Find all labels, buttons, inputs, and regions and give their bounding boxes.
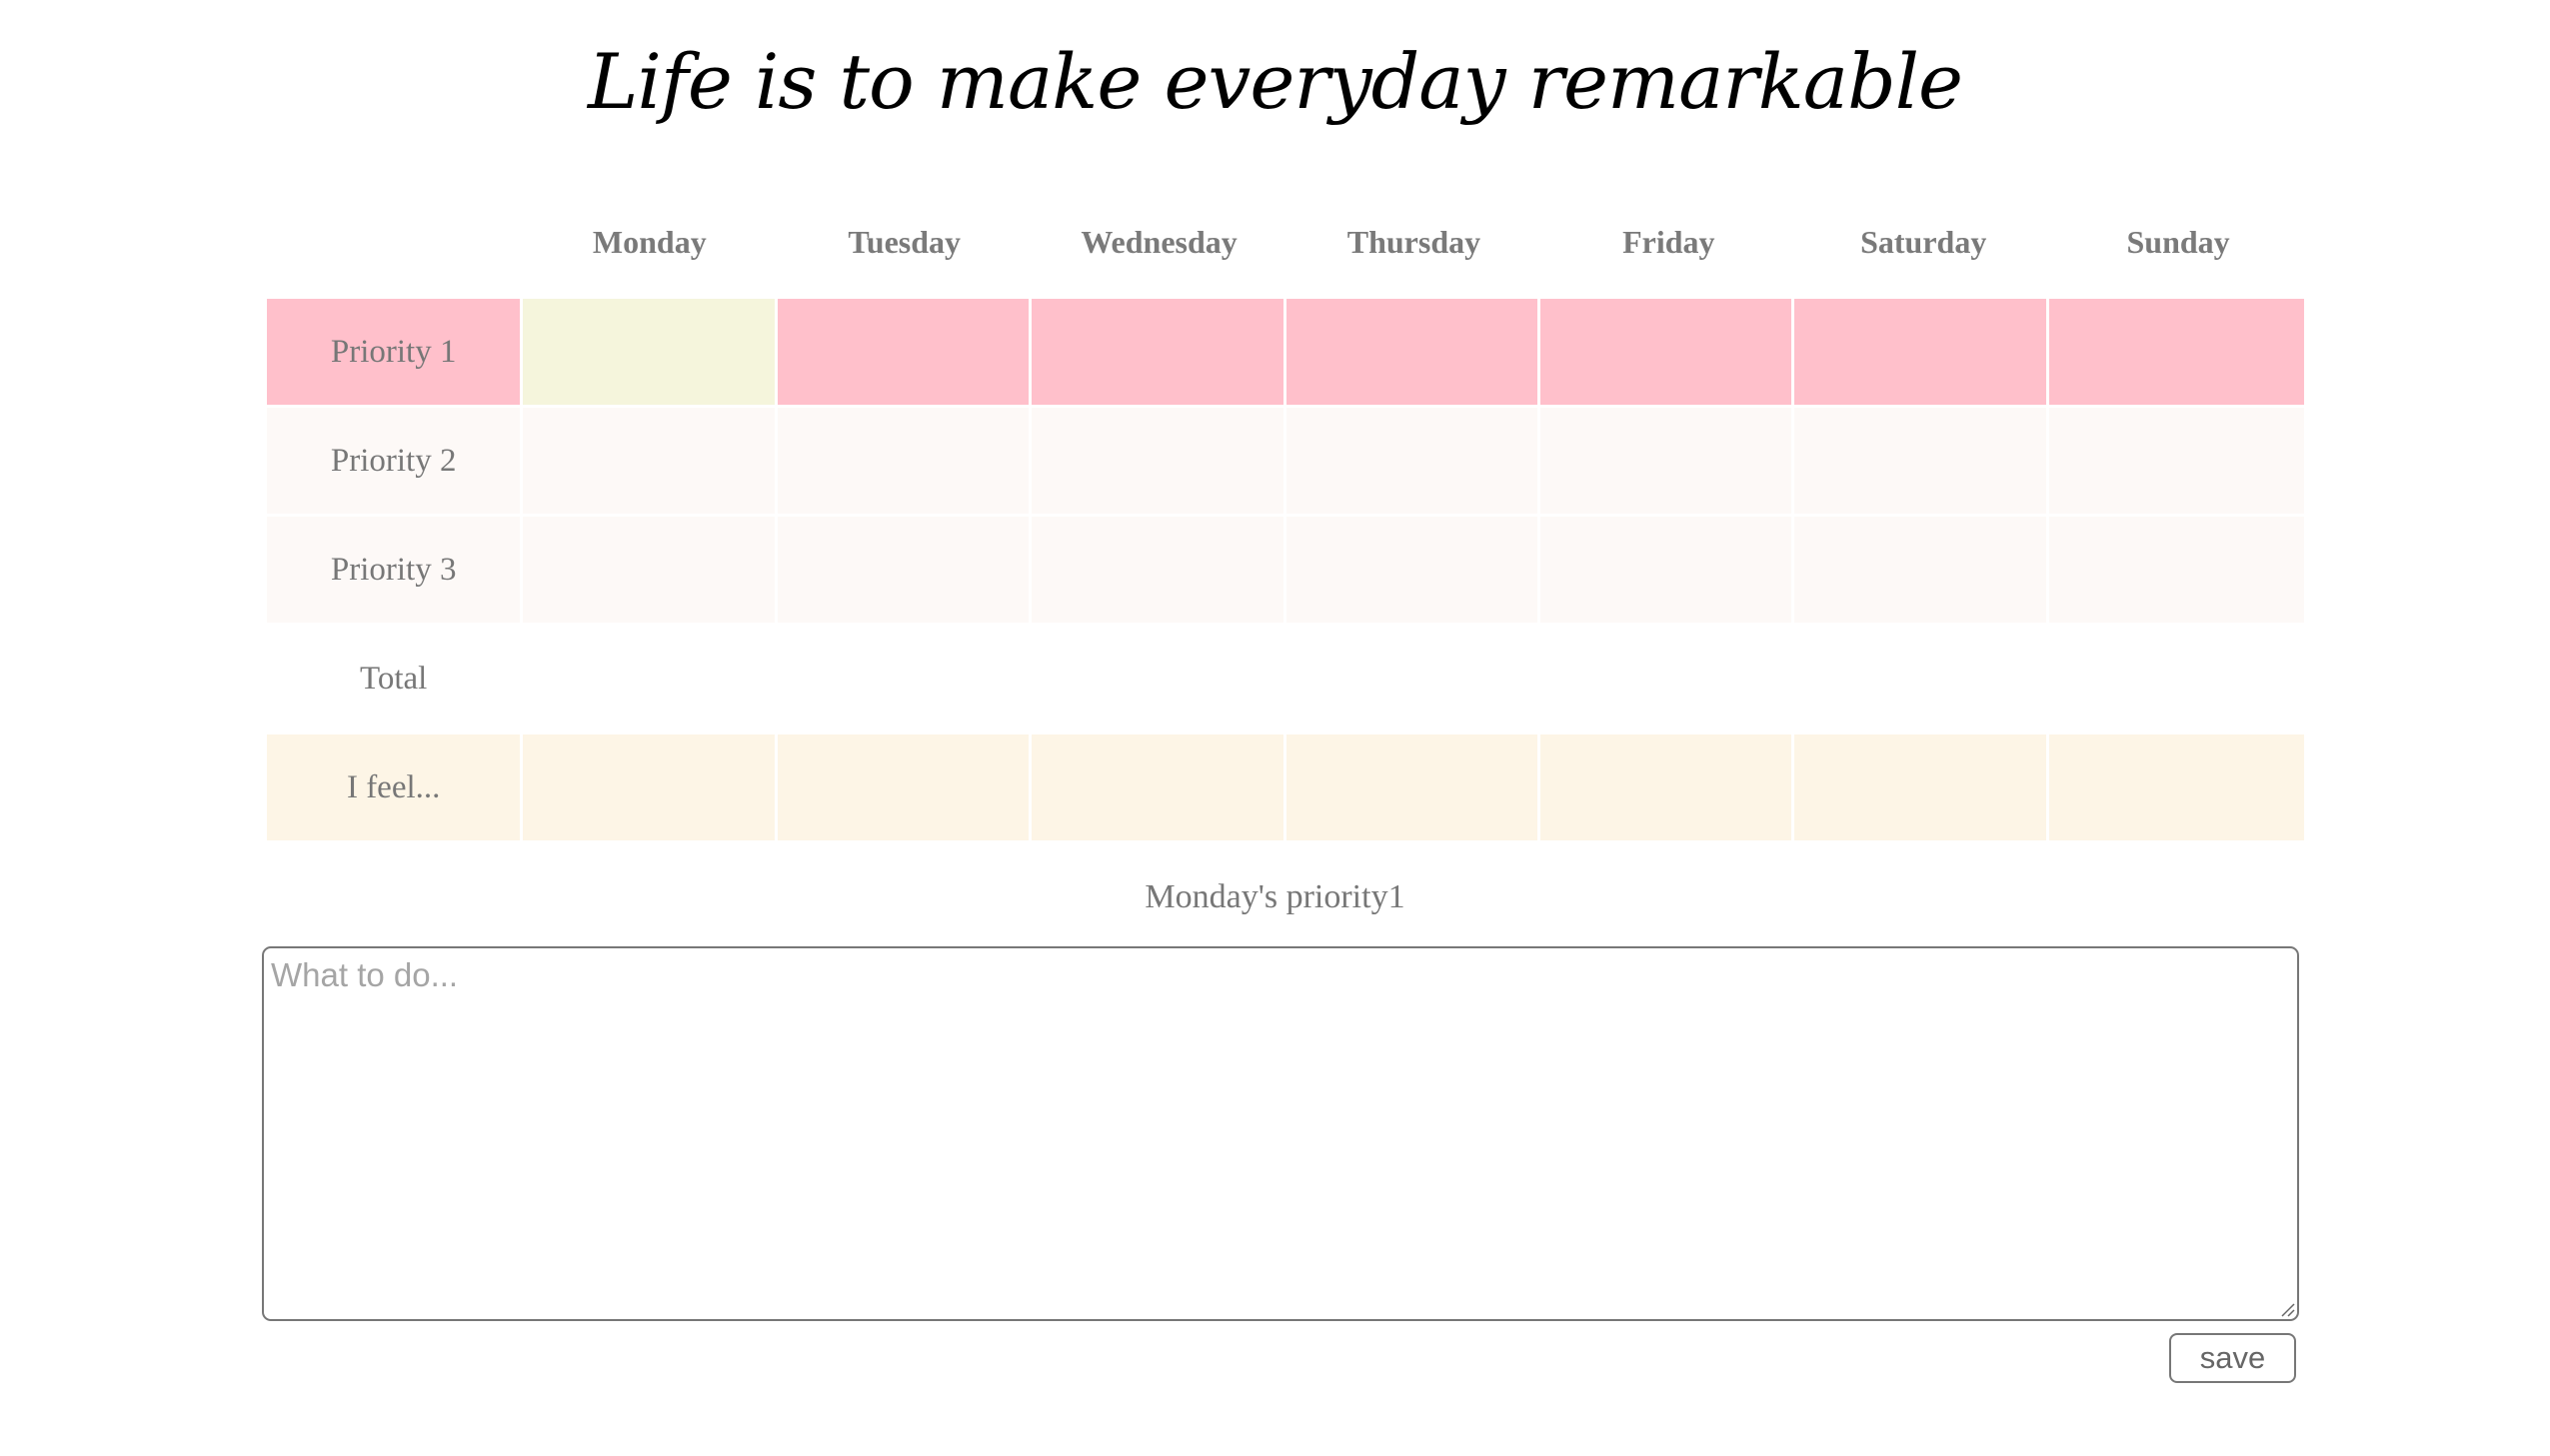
cell-priority-2-tuesday[interactable] <box>777 408 1030 514</box>
cell-feeling-wednesday[interactable] <box>1032 734 1283 840</box>
cell-feeling-saturday[interactable] <box>1794 734 2046 840</box>
day-header-tuesday: Tuesday <box>848 224 962 260</box>
total-row: Total <box>267 626 2304 731</box>
feeling-row: I feel... <box>267 734 2304 840</box>
cell-priority-2-sunday[interactable] <box>2048 408 2304 514</box>
cell-priority-3-tuesday[interactable] <box>777 517 1030 623</box>
cell-feeling-thursday[interactable] <box>1285 734 1537 840</box>
cell-total-saturday <box>1794 626 2046 731</box>
cell-total-wednesday <box>1032 626 1283 731</box>
cell-priority-3-saturday[interactable] <box>1794 517 2046 623</box>
selected-cell-label: Monday's priority1 <box>1145 878 1405 915</box>
cell-priority-3-friday[interactable] <box>1539 517 1792 623</box>
resize-grip-icon[interactable] <box>2279 1301 2295 1317</box>
task-textarea[interactable] <box>262 946 2299 1321</box>
cell-total-sunday <box>2048 626 2304 731</box>
day-header-sunday: Sunday <box>2126 224 2230 260</box>
cell-priority-1-tuesday[interactable] <box>777 299 1030 405</box>
cell-priority-1-friday[interactable] <box>1539 299 1792 405</box>
priority-1-row: Priority 1 <box>267 299 2304 405</box>
day-header-row: Monday Tuesday Wednesday Thursday Friday… <box>267 194 2304 299</box>
header-corner <box>267 194 521 299</box>
row-label-total: Total <box>267 626 521 731</box>
cell-priority-3-sunday[interactable] <box>2048 517 2304 623</box>
cell-priority-2-monday[interactable] <box>523 408 775 514</box>
cell-priority-1-sunday[interactable] <box>2048 299 2304 405</box>
row-label-feeling: I feel... <box>267 734 521 840</box>
cell-priority-2-wednesday[interactable] <box>1032 408 1283 514</box>
cell-priority-1-saturday[interactable] <box>1794 299 2046 405</box>
row-label-priority-2: Priority 2 <box>267 408 521 514</box>
save-button[interactable]: save <box>2169 1333 2296 1383</box>
cell-priority-1-thursday[interactable] <box>1285 299 1537 405</box>
cell-total-tuesday <box>777 626 1030 731</box>
cell-priority-2-saturday[interactable] <box>1794 408 2046 514</box>
cell-total-friday <box>1539 626 1792 731</box>
cell-feeling-monday[interactable] <box>523 734 775 840</box>
day-header-saturday: Saturday <box>1860 224 1987 260</box>
row-label-priority-3: Priority 3 <box>267 517 521 623</box>
cell-priority-3-thursday[interactable] <box>1285 517 1537 623</box>
cell-priority-2-thursday[interactable] <box>1285 408 1537 514</box>
cell-priority-2-friday[interactable] <box>1539 408 1792 514</box>
page-title: Life is to make everyday remarkable <box>587 37 1963 126</box>
cell-priority-1-monday[interactable] <box>523 299 775 405</box>
day-header-monday: Monday <box>592 224 707 260</box>
cell-priority-3-monday[interactable] <box>523 517 775 623</box>
day-header-friday: Friday <box>1622 224 1715 260</box>
cell-priority-1-wednesday[interactable] <box>1032 299 1283 405</box>
row-label-priority-1: Priority 1 <box>267 299 521 405</box>
cell-total-monday <box>523 626 775 731</box>
cell-feeling-tuesday[interactable] <box>777 734 1030 840</box>
day-header-thursday: Thursday <box>1346 224 1481 260</box>
day-header-wednesday: Wednesday <box>1081 224 1238 260</box>
cell-total-thursday <box>1285 626 1537 731</box>
cell-feeling-sunday[interactable] <box>2048 734 2304 840</box>
priority-3-row: Priority 3 <box>267 517 2304 623</box>
cell-feeling-friday[interactable] <box>1539 734 1792 840</box>
priority-2-row: Priority 2 <box>267 408 2304 514</box>
cell-priority-3-wednesday[interactable] <box>1032 517 1283 623</box>
weekly-planner-table: Monday Tuesday Wednesday Thursday Friday… <box>267 194 2304 843</box>
